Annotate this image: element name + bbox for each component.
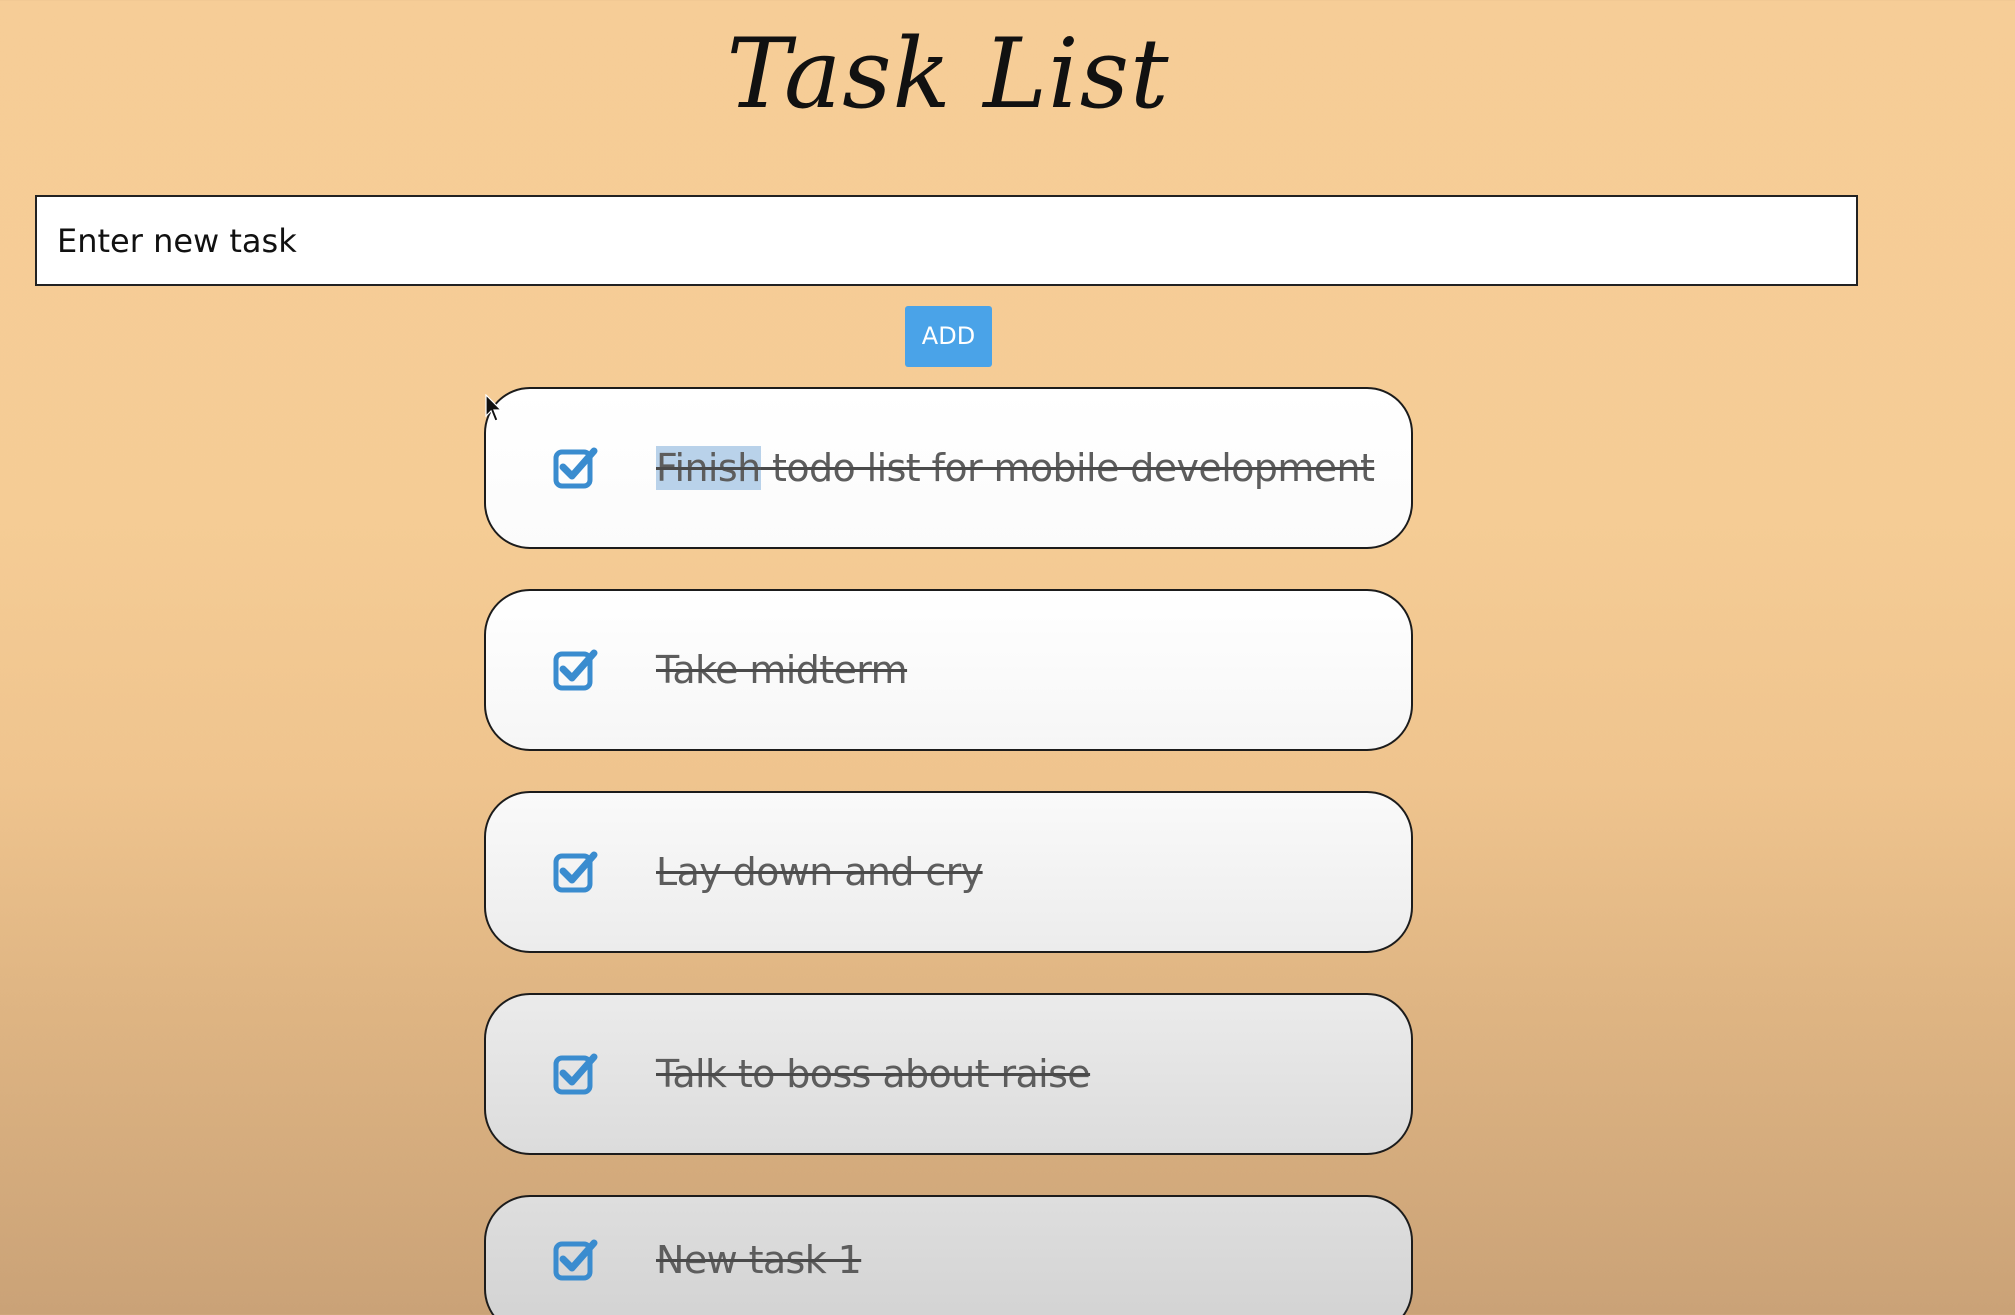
task-item[interactable]: New task 1 <box>484 1195 1413 1315</box>
page-title: Task List <box>726 18 1170 130</box>
task-label-rest: todo list for mobile development <box>760 446 1375 490</box>
add-task-button[interactable]: ADD <box>905 306 992 367</box>
task-label: Talk to boss about raise <box>656 1052 1091 1096</box>
checkbox-checked-icon[interactable] <box>552 1051 598 1097</box>
task-label: Finish todo list for mobile development <box>656 446 1375 490</box>
task-label: New task 1 <box>656 1238 862 1282</box>
task-label: Take midterm <box>656 648 908 692</box>
checkbox-checked-icon[interactable] <box>552 849 598 895</box>
checkbox-checked-icon[interactable] <box>552 647 598 693</box>
task-label: Lay down and cry <box>656 850 983 894</box>
new-task-input[interactable] <box>35 195 1858 286</box>
task-item[interactable]: Talk to boss about raise <box>484 993 1413 1155</box>
checkbox-checked-icon[interactable] <box>552 445 598 491</box>
mouse-pointer-icon <box>485 394 503 422</box>
checkbox-checked-icon[interactable] <box>552 1237 598 1283</box>
task-item[interactable]: Finish todo list for mobile development <box>484 387 1413 549</box>
selected-text: Finish <box>656 446 761 490</box>
task-item[interactable]: Lay down and cry <box>484 791 1413 953</box>
task-item[interactable]: Take midterm <box>484 589 1413 751</box>
